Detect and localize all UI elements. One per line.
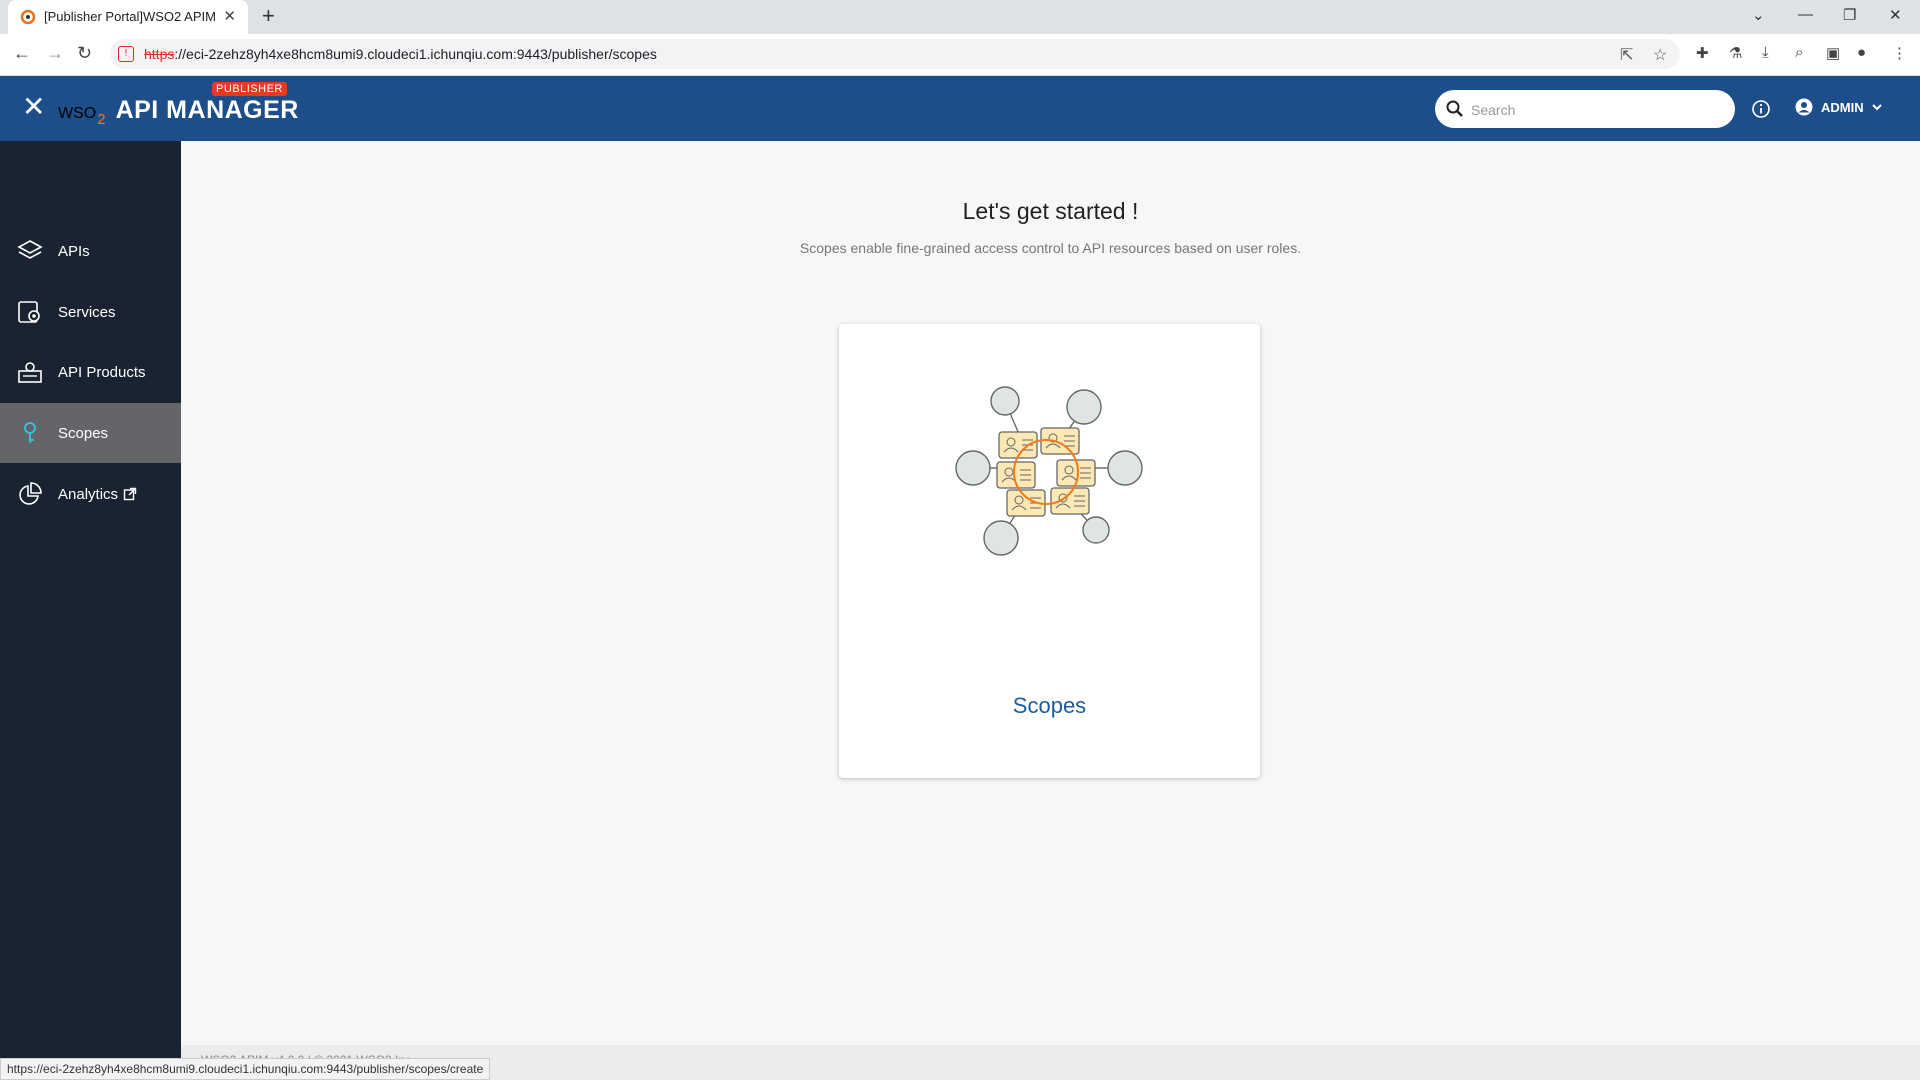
user-menu[interactable]: ADMIN — [1795, 98, 1884, 116]
page-subheading: Scopes enable fine-grained access contro… — [799, 240, 1302, 256]
info-icon[interactable] — [1751, 99, 1771, 119]
sidebar-item-scopes[interactable]: Scopes — [0, 403, 181, 463]
logo-wso: WSO — [58, 105, 97, 122]
analytics-pie-icon — [19, 482, 42, 505]
minimize-icon[interactable]: — — [1798, 6, 1813, 23]
sidebar: APIs Services API Products Scopes Analyt… — [0, 141, 181, 1080]
reload-icon[interactable]: ↻ — [77, 43, 92, 64]
profile-icon[interactable]: ● — [1857, 44, 1866, 61]
publisher-badge: PUBLISHER — [212, 82, 287, 96]
back-arrow-icon[interactable]: ← — [13, 43, 31, 64]
sidebar-item-api-products[interactable]: API Products — [0, 342, 181, 402]
card-title-link[interactable]: Scopes — [839, 693, 1260, 719]
product-name: API MANAGER — [115, 96, 299, 124]
browser-tab-bar: [Publisher Portal]WSO2 APIM ✕ + ⌄ — ❐ ✕ — [0, 0, 1920, 34]
create-scope-card[interactable]: Scopes — [839, 324, 1260, 778]
side-panel-icon[interactable]: ▣ — [1826, 44, 1840, 62]
extensions-puzzle-icon[interactable]: ✚ — [1696, 44, 1709, 62]
tab-title: [Publisher Portal]WSO2 APIM — [44, 9, 216, 24]
new-tab-icon[interactable]: + — [262, 5, 275, 27]
sidebar-item-label: Scopes — [58, 424, 109, 442]
tab-search-chevron-icon[interactable]: ⌄ — [1752, 6, 1765, 24]
sidebar-item-label: Analytics — [58, 485, 119, 503]
browser-toolbar: ← → ↻ ! https://eci-2zehz8yh4xe8hcm8umi9… — [0, 34, 1920, 76]
restore-icon[interactable]: ❐ — [1843, 6, 1856, 24]
not-secure-icon[interactable]: ! — [118, 46, 134, 62]
search-input[interactable] — [1469, 98, 1723, 122]
browser-menu-icon[interactable]: ⋮ — [1892, 44, 1907, 62]
search-box[interactable] — [1435, 90, 1735, 128]
close-menu-icon[interactable]: ✕ — [22, 93, 45, 121]
zoom-search-icon[interactable]: ⌕ — [1795, 44, 1803, 61]
services-gear-icon — [18, 301, 40, 323]
url-text[interactable]: https://eci-2zehz8yh4xe8hcm8umi9.cloudec… — [144, 46, 657, 62]
lab-flask-icon[interactable]: ⚗ — [1729, 44, 1742, 62]
scopes-network-illustration — [955, 386, 1143, 556]
api-products-icon — [18, 362, 42, 383]
sidebar-item-label: Services — [58, 303, 116, 321]
sidebar-item-services[interactable]: Services — [0, 282, 181, 342]
user-name: ADMIN — [1821, 99, 1864, 115]
sidebar-item-apis[interactable]: APIs — [0, 221, 181, 281]
window-close-icon[interactable]: ✕ — [1889, 6, 1902, 24]
sidebar-item-label: API Products — [58, 363, 146, 381]
tab-close-icon[interactable]: ✕ — [223, 7, 236, 25]
bookmark-star-icon[interactable]: ☆ — [1653, 45, 1667, 65]
page-heading: Let's get started ! — [962, 198, 1139, 224]
app-header: ✕ WSO 2 API MANAGER PUBLISHER ADMIN — [0, 76, 1920, 141]
sidebar-item-label: APIs — [58, 242, 90, 260]
wso2-favicon-icon — [20, 9, 36, 25]
forward-arrow-icon[interactable]: → — [46, 43, 64, 64]
share-icon[interactable]: ⇱ — [1620, 45, 1633, 65]
logo-2: 2 — [97, 111, 106, 128]
main-content: Let's get started ! Scopes enable fine-g… — [181, 141, 1920, 1045]
layers-icon — [17, 240, 43, 259]
account-circle-icon — [1795, 98, 1813, 116]
search-icon — [1446, 100, 1463, 117]
sidebar-item-analytics[interactable]: Analytics — [0, 464, 181, 524]
download-icon[interactable]: ⤓ — [1762, 44, 1769, 61]
chevron-down-icon — [1871, 104, 1882, 111]
url-bar[interactable]: ! https://eci-2zehz8yh4xe8hcm8umi9.cloud… — [110, 39, 1680, 69]
wso2-logo[interactable]: WSO 2 API MANAGER — [58, 96, 299, 128]
scope-key-icon — [24, 422, 36, 443]
browser-tab[interactable]: [Publisher Portal]WSO2 APIM ✕ — [8, 0, 248, 34]
external-link-icon — [123, 487, 137, 501]
status-url-tooltip: https://eci-2zehz8yh4xe8hcm8umi9.cloudec… — [0, 1058, 491, 1080]
